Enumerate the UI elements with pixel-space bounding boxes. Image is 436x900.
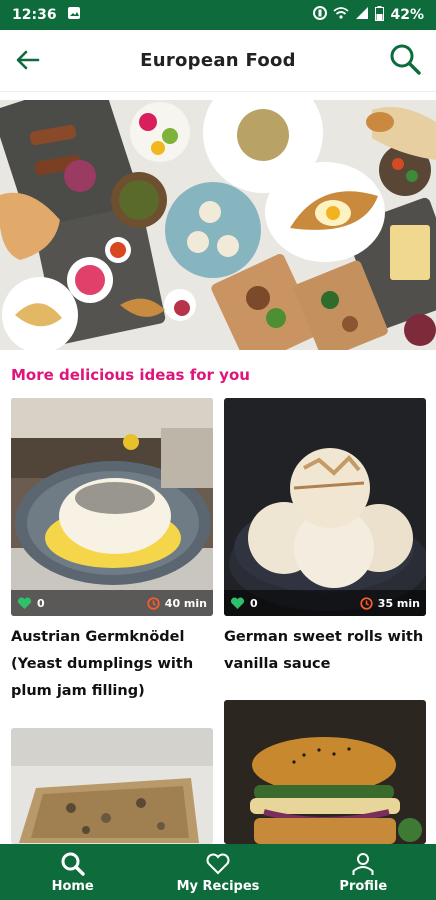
- likes-count: 0: [37, 596, 45, 610]
- clock-icon: [147, 596, 160, 610]
- recipe-image: [224, 700, 426, 844]
- heart-icon: [17, 597, 32, 609]
- image-notification-icon: [67, 6, 81, 24]
- nav-profile[interactable]: Profile: [291, 844, 436, 900]
- nav-my-recipes[interactable]: My Recipes: [145, 844, 290, 900]
- likes[interactable]: 0: [17, 597, 45, 610]
- clock-icon: [360, 596, 373, 610]
- wifi-icon: [333, 6, 350, 24]
- recipe-card[interactable]: [11, 728, 213, 844]
- back-button[interactable]: [12, 44, 44, 76]
- arrow-left-icon: [16, 50, 40, 70]
- search-icon: [61, 852, 85, 876]
- recipe-card[interactable]: 0 40 min Austrian Germknödel (Yeast dump…: [11, 398, 213, 705]
- user-icon: [352, 852, 374, 875]
- cook-time-value: 40 min: [164, 596, 207, 610]
- recipe-card[interactable]: 0 35 min German sweet rolls with vanilla…: [224, 398, 426, 678]
- heart-icon: [206, 853, 230, 874]
- nav-profile-label: Profile: [339, 878, 388, 894]
- nav-home-label: Home: [51, 878, 94, 894]
- search-icon: [390, 44, 421, 75]
- page-title: European Food: [140, 50, 296, 71]
- battery-icon: [375, 5, 385, 25]
- heart-icon: [230, 597, 245, 609]
- cook-time: 40 min: [147, 597, 207, 610]
- likes-count: 0: [250, 596, 258, 610]
- nav-my-recipes-label: My Recipes: [176, 878, 260, 894]
- status-time: 12:36: [12, 7, 57, 23]
- recipe-title[interactable]: German sweet rolls with vanilla sauce: [224, 624, 426, 678]
- bottom-navigation: Home My Recipes Profile: [0, 844, 436, 900]
- recipe-meta-bar: 0 40 min: [11, 590, 213, 616]
- hero-banner-image: [0, 100, 436, 350]
- signal-icon: [355, 6, 369, 24]
- recipe-image: 0 35 min: [224, 398, 426, 616]
- recipe-image: [11, 728, 213, 844]
- app-bar: European Food: [0, 30, 436, 92]
- search-button[interactable]: [388, 42, 422, 76]
- cook-time: 35 min: [360, 597, 420, 610]
- nav-home[interactable]: Home: [0, 844, 145, 900]
- recipe-title[interactable]: Austrian Germknödel (Yeast dumplings wit…: [11, 624, 213, 705]
- battery-percent: 42%: [390, 7, 424, 23]
- recipe-card[interactable]: [224, 700, 426, 844]
- sync-icon: [313, 6, 328, 24]
- likes[interactable]: 0: [230, 597, 258, 610]
- status-bar: 12:36 42%: [0, 0, 436, 30]
- cook-time-value: 35 min: [377, 596, 420, 610]
- section-title: More delicious ideas for you: [11, 366, 250, 384]
- recipe-image: 0 40 min: [11, 398, 213, 616]
- recipe-meta-bar: 0 35 min: [224, 590, 426, 616]
